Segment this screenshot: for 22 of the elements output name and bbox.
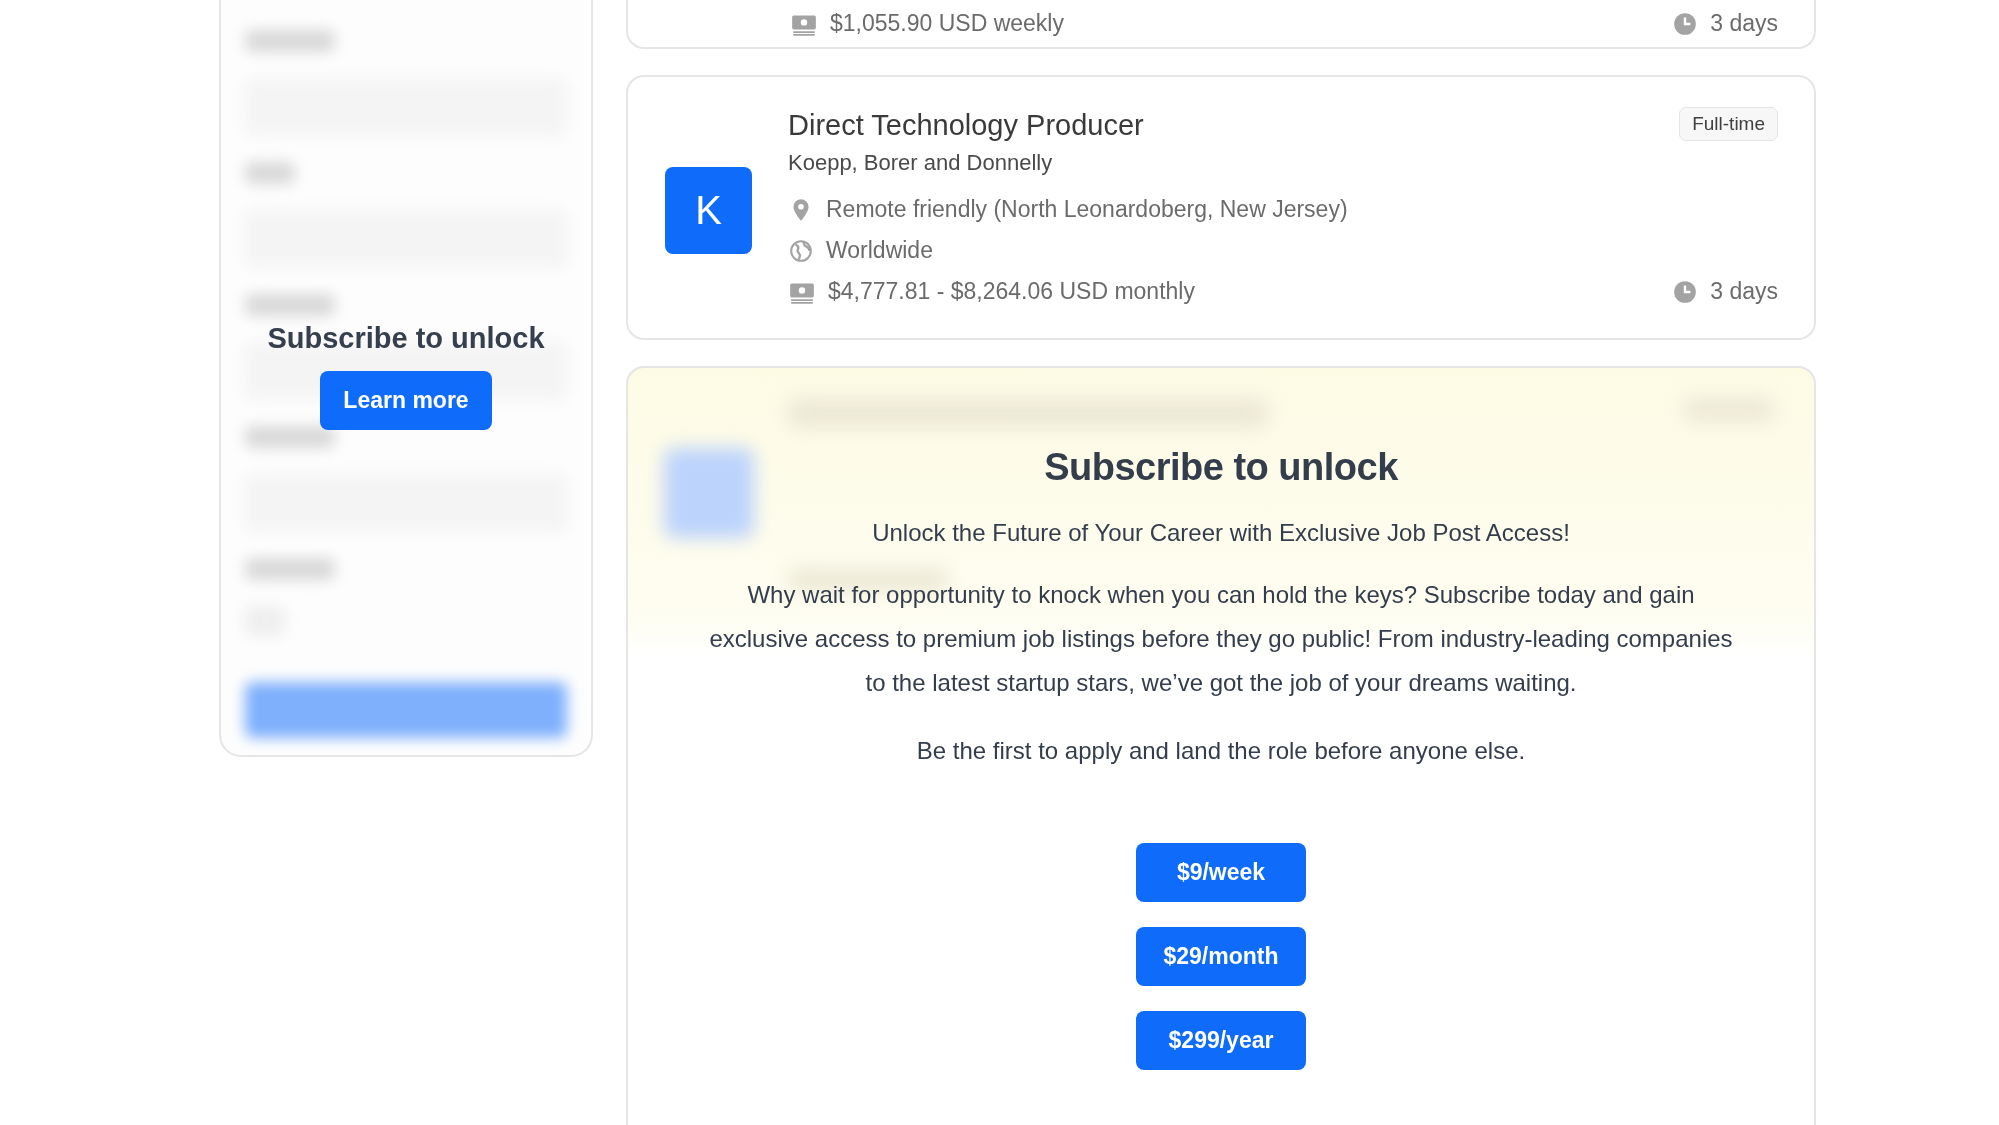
learn-more-button[interactable]: Learn more: [320, 371, 492, 430]
plan-button[interactable]: $29/month: [1136, 927, 1306, 986]
globe-icon: [788, 237, 814, 264]
paywall-title: Subscribe to unlock: [1044, 446, 1398, 489]
posted-time: 3 days: [1710, 10, 1778, 37]
job-salary: $4,777.81 - $8,264.06 USD monthly: [828, 278, 1195, 305]
paywall-paragraph: Why wait for opportunity to knock when you can hold the keys? Subscribe today and gain exclusive access to premium job listings before they go public! From industry-leading companies to the latest startup stars, we’ve got the job of your dreams waiting.: [708, 580, 1734, 698]
job-type-tag: Full-time: [1679, 107, 1778, 141]
sidebar-title: Subscribe to unlock: [267, 322, 545, 355]
clock-icon: [1672, 278, 1699, 305]
plan-button[interactable]: $299/year: [1136, 1011, 1306, 1070]
job-salary: $1,055.90 USD weekly: [830, 10, 1064, 37]
job-location: Remote friendly (North Leonardoberg, New Jersey): [826, 196, 1348, 223]
company-name: Koepp, Borer and Donnelly: [788, 150, 1054, 176]
job-region: Worldwide: [826, 237, 933, 264]
posted-time: 3 days: [1710, 278, 1778, 305]
paywall-subtitle: Unlock the Future of Your Career with Exclusive Job Post Access!: [872, 519, 1570, 547]
job-title[interactable]: Direct Technology Producer: [788, 109, 1144, 142]
company-logo: K: [665, 167, 752, 254]
clock-icon: [1672, 10, 1699, 37]
paywall-paragraph: Be the first to apply and land the role before anyone else.: [915, 736, 1527, 766]
plan-button[interactable]: $9/week: [1136, 843, 1306, 902]
